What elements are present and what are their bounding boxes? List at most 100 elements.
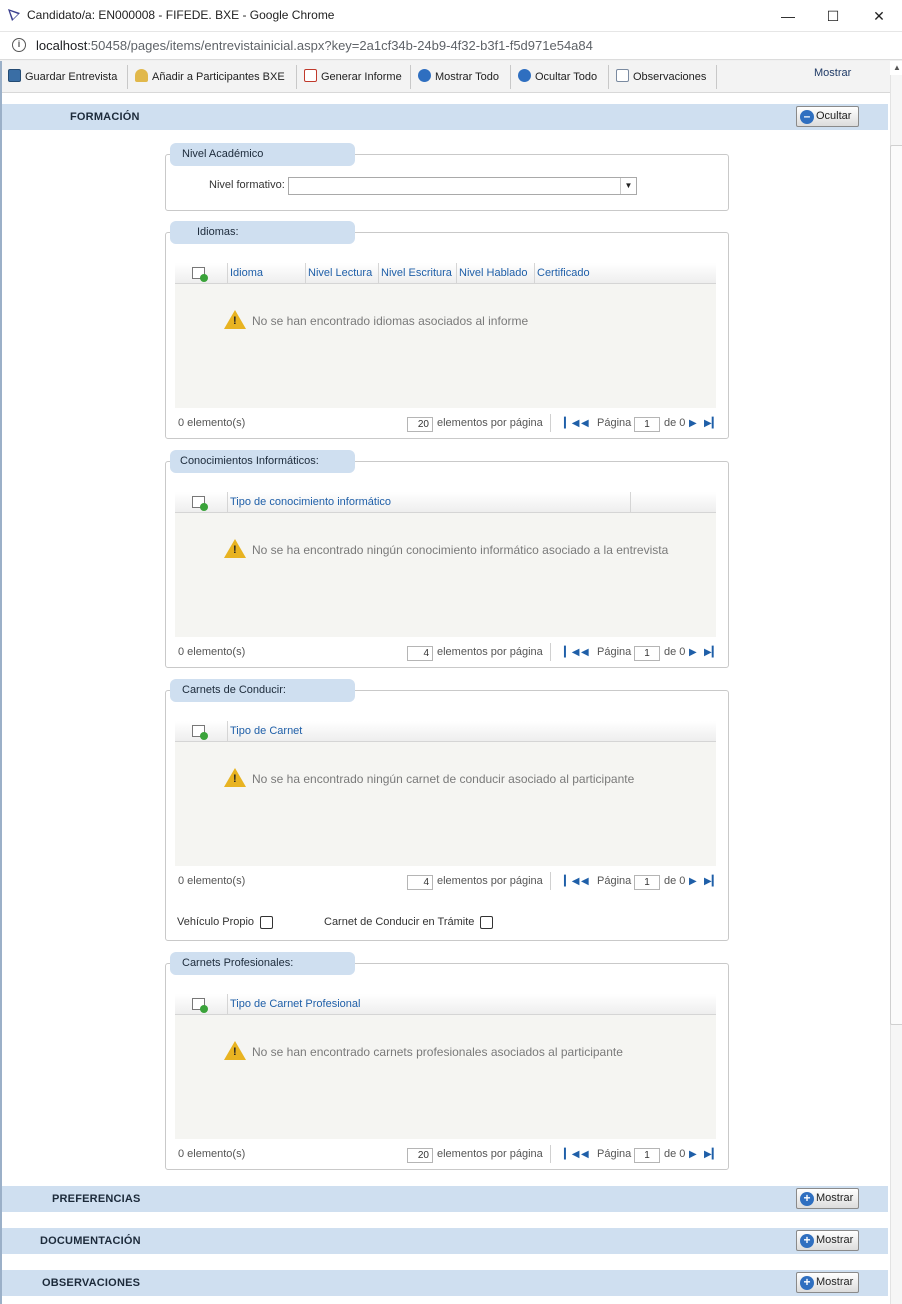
page-number-input[interactable]: 1 xyxy=(634,1148,660,1163)
page-size-input[interactable]: 20 xyxy=(407,417,433,432)
vehiculo-propio-checkbox[interactable] xyxy=(260,916,273,929)
observations-button[interactable]: Observaciones xyxy=(616,65,706,89)
chevron-down-icon[interactable]: ▼ xyxy=(620,178,636,194)
add-row-icon[interactable] xyxy=(192,267,208,282)
column-header[interactable]: Idioma xyxy=(230,267,263,279)
add-row-icon[interactable] xyxy=(192,496,208,511)
plus-circle-icon xyxy=(418,69,431,82)
per-page-label: elementos por página xyxy=(437,417,543,429)
info-icon[interactable]: i xyxy=(12,38,26,52)
panel-legend: Conocimientos Informáticos: xyxy=(170,450,355,473)
first-page-icon[interactable]: ▎◀ xyxy=(564,1149,579,1160)
grid-body: ! No se ha encontrado ningún conocimient… xyxy=(175,513,716,637)
page-total: de 0 xyxy=(664,875,686,887)
show-section-button[interactable]: + Mostrar xyxy=(796,1272,859,1293)
column-header[interactable]: Nivel Escritura xyxy=(381,267,452,279)
show-section-button[interactable]: + Mostrar xyxy=(796,1230,859,1251)
page-label: Página xyxy=(597,1148,632,1160)
page-number-input[interactable]: 1 xyxy=(634,646,660,661)
toolbar-show-link[interactable]: Mostrar xyxy=(814,67,851,79)
section-title: DOCUMENTACIÓN xyxy=(40,1235,141,1247)
scroll-up-arrow-icon[interactable]: ▲ xyxy=(890,61,902,75)
page-number-input[interactable]: 1 xyxy=(634,875,660,890)
plus-circle-icon: + xyxy=(800,1234,814,1248)
grid-body: ! No se han encontrado carnets profesion… xyxy=(175,1015,716,1139)
toolbar-divider xyxy=(410,65,411,89)
page-size-input[interactable]: 4 xyxy=(407,875,433,890)
generate-report-button[interactable]: Generar Informe xyxy=(304,65,402,89)
last-page-icon[interactable]: ▶▎ xyxy=(704,418,719,429)
column-header[interactable]: Tipo de conocimiento informático xyxy=(230,496,391,508)
plus-circle-icon: + xyxy=(800,1192,814,1206)
next-page-icon[interactable]: ▶ xyxy=(689,1149,697,1160)
toolbar-divider xyxy=(510,65,511,89)
add-row-icon[interactable] xyxy=(192,998,208,1013)
column-header[interactable]: Certificado xyxy=(537,267,590,279)
address-bar[interactable]: i localhost:50458/pages/items/entrevista… xyxy=(0,32,902,60)
page-total: de 0 xyxy=(664,1148,686,1160)
next-page-icon[interactable]: ▶ xyxy=(689,647,697,658)
grid-header: Tipo de conocimiento informático xyxy=(175,492,716,513)
item-count: 0 elemento(s) xyxy=(178,875,246,887)
show-section-button[interactable]: + Mostrar xyxy=(796,1188,859,1209)
panel-legend: Carnets Profesionales: xyxy=(170,952,355,975)
page-size-input[interactable]: 4 xyxy=(407,646,433,661)
prev-page-icon[interactable]: ◀ xyxy=(581,876,589,887)
user-add-icon xyxy=(135,69,148,82)
empty-message: No se han encontrado idiomas asociados a… xyxy=(252,314,529,328)
hide-all-button[interactable]: Ocultar Todo xyxy=(518,65,597,89)
minus-circle-icon xyxy=(518,69,531,82)
toolbar-divider xyxy=(716,65,717,89)
app-logo-icon xyxy=(8,9,20,21)
close-icon[interactable]: ✕ xyxy=(857,4,901,28)
first-page-icon[interactable]: ▎◀ xyxy=(564,418,579,429)
hide-section-button[interactable]: – Ocultar xyxy=(796,106,859,127)
pdf-icon xyxy=(304,69,317,82)
minimize-icon[interactable]: — xyxy=(766,4,810,28)
nivel-academico-panel: Nivel Académico Nivel formativo: ▼ xyxy=(165,143,729,211)
carnets-grid: Tipo de Carnet ! No se ha encontrado nin… xyxy=(175,721,719,897)
grid-body: ! No se ha encontrado ningún carnet de c… xyxy=(175,742,716,866)
next-page-icon[interactable]: ▶ xyxy=(689,418,697,429)
last-page-icon[interactable]: ▶▎ xyxy=(704,876,719,887)
last-page-icon[interactable]: ▶▎ xyxy=(704,647,719,658)
grid-header: Idioma Nivel Lectura Nivel Escritura Niv… xyxy=(175,263,716,284)
item-count: 0 elemento(s) xyxy=(178,1148,246,1160)
add-row-icon[interactable] xyxy=(192,725,208,740)
grid-pager: 0 elemento(s) 20 elementos por página ▎◀… xyxy=(175,408,719,438)
save-interview-button[interactable]: Guardar Entrevista xyxy=(8,65,117,89)
page-number-input[interactable]: 1 xyxy=(634,417,660,432)
section-documentacion-header: DOCUMENTACIÓN + Mostrar xyxy=(2,1228,888,1254)
panel-legend: Idiomas: xyxy=(170,221,355,244)
page-size-input[interactable]: 20 xyxy=(407,1148,433,1163)
window-title: Candidato/a: EN000008 - FIFEDE. BXE - Go… xyxy=(27,8,335,22)
page-label: Página xyxy=(597,875,632,887)
first-page-icon[interactable]: ▎◀ xyxy=(564,647,579,658)
per-page-label: elementos por página xyxy=(437,646,543,658)
column-header[interactable]: Nivel Hablado xyxy=(459,267,527,279)
prev-page-icon[interactable]: ◀ xyxy=(581,647,589,658)
prev-page-icon[interactable]: ◀ xyxy=(581,418,589,429)
url-text[interactable]: localhost:50458/pages/items/entrevistain… xyxy=(36,38,593,53)
column-header[interactable]: Tipo de Carnet xyxy=(230,725,302,737)
last-page-icon[interactable]: ▶▎ xyxy=(704,1149,719,1160)
empty-message: No se ha encontrado ningún conocimiento … xyxy=(252,543,669,557)
grid-body: ! No se han encontrado idiomas asociados… xyxy=(175,284,716,408)
column-header[interactable]: Nivel Lectura xyxy=(308,267,372,279)
panel-legend: Carnets de Conducir: xyxy=(170,679,355,702)
nivel-formativo-select[interactable]: ▼ xyxy=(288,177,637,195)
first-page-icon[interactable]: ▎◀ xyxy=(564,876,579,887)
next-page-icon[interactable]: ▶ xyxy=(689,876,697,887)
add-to-participants-button[interactable]: Añadir a Participantes BXE xyxy=(135,65,285,89)
carnets-conducir-panel: Carnets de Conducir: Tipo de Carnet ! No… xyxy=(165,679,729,941)
carnet-tramite-checkbox[interactable] xyxy=(480,916,493,929)
maximize-icon[interactable]: ☐ xyxy=(811,4,855,28)
show-all-button[interactable]: Mostrar Todo xyxy=(418,65,499,89)
column-header[interactable]: Tipo de Carnet Profesional xyxy=(230,998,360,1010)
prev-page-icon[interactable]: ◀ xyxy=(581,1149,589,1160)
scrollbar-thumb[interactable] xyxy=(890,145,902,1025)
section-observaciones-header: OBSERVACIONES + Mostrar xyxy=(2,1270,888,1296)
section-preferencias-header: PREFERENCIAS + Mostrar xyxy=(2,1186,888,1212)
toolbar-divider xyxy=(296,65,297,89)
save-icon xyxy=(8,69,21,82)
